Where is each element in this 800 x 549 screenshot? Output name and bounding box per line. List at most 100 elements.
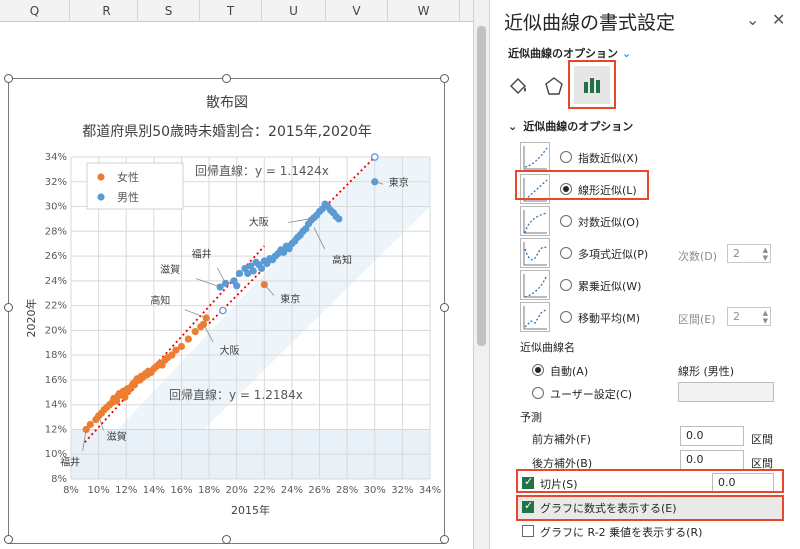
annotation-label: 高知 <box>332 254 352 267</box>
column-header-r[interactable]: R <box>76 0 138 22</box>
x-tick-label: 14% <box>143 485 165 496</box>
y-tick-label: 14% <box>45 400 67 411</box>
y-tick-label: 32% <box>45 177 67 188</box>
y-tick-label: 12% <box>45 424 67 435</box>
intercept-highlight <box>516 469 784 493</box>
resize-handle-bottom-left[interactable] <box>4 535 13 544</box>
annotation-label: 大阪 <box>220 344 240 357</box>
forward-unit: 区間 <box>751 433 773 446</box>
resize-handle-top[interactable] <box>222 74 231 83</box>
column-header-w[interactable]: W <box>388 0 460 22</box>
backward-input[interactable]: 0.0 <box>680 450 744 470</box>
x-tick-label: 8% <box>63 485 79 496</box>
hollow-data-point <box>370 153 379 161</box>
x-tick-label: 12% <box>115 485 137 496</box>
spinner-arrows-icon[interactable]: ▲ ▼ <box>763 246 768 262</box>
data-point <box>177 342 186 351</box>
trend-curve-icon <box>523 146 548 170</box>
column-header-q[interactable]: Q <box>0 0 70 22</box>
trend-option-radio[interactable] <box>560 279 572 291</box>
display-r2-checkbox[interactable] <box>522 525 534 537</box>
trendline-equation: 回帰直線：y = 1.2184x <box>169 387 303 402</box>
resize-handle-top-left[interactable] <box>4 74 13 83</box>
trend-curve-icon <box>523 210 548 234</box>
trend-option-label: 多項式近似(P) <box>578 248 649 261</box>
trend-curve-icon <box>523 242 548 266</box>
annotation-label: 大阪 <box>249 216 269 229</box>
resize-handle-bottom-right[interactable] <box>440 535 449 544</box>
column-headers: QRSTUVW <box>0 0 473 22</box>
trend-option-radio[interactable] <box>560 311 572 323</box>
legend-marker <box>97 193 105 201</box>
vertical-scrollbar[interactable] <box>473 0 489 549</box>
x-tick-label: 34% <box>419 485 441 496</box>
data-point <box>199 320 208 328</box>
data-point <box>257 264 266 273</box>
column-header-v[interactable]: V <box>326 0 388 22</box>
x-tick-label: 28% <box>336 485 358 496</box>
fill-line-tab[interactable] <box>500 70 536 102</box>
worksheet[interactable]: QRSTUVW 8% 10% 12% 14% 16% 18% 20% 22% 24% 26% 28%… <box>0 0 473 549</box>
trend-option-label: 累乗近似(W) <box>578 280 642 293</box>
chevron-down-icon[interactable]: ⌄ <box>746 10 759 29</box>
data-point <box>371 178 379 186</box>
trend-option-0[interactable]: 指数近似(X) <box>520 142 780 172</box>
y-tick-label: 22% <box>45 301 67 312</box>
trend-option-2[interactable]: 対数近似(O) <box>520 206 780 236</box>
annotation-label: 東京 <box>389 176 409 189</box>
trendline-type-icon <box>520 302 550 332</box>
annotation-label: 東京 <box>280 293 300 306</box>
scrollbar-thumb[interactable] <box>477 26 486 346</box>
trend-option-label: 移動平均(M) <box>578 312 641 325</box>
annotation-label: 滋賀 <box>160 263 180 276</box>
resize-handle-bottom[interactable] <box>222 535 231 544</box>
resize-handle-top-right[interactable] <box>440 74 449 83</box>
x-tick-label: 26% <box>308 485 330 496</box>
chevron-down-icon: ⌄ <box>622 47 632 60</box>
trendline-name-label: 近似曲線名 <box>520 341 575 354</box>
hollow-data-point <box>219 306 227 315</box>
column-header-u[interactable]: U <box>262 0 326 22</box>
legend-marker <box>97 173 105 181</box>
display-r2-label: グラフに R-2 乗値を表示する(R) <box>540 526 703 539</box>
legend-label: 男性 <box>117 190 139 204</box>
custom-name-radio[interactable] <box>532 387 544 399</box>
column-header-s[interactable]: S <box>138 0 200 22</box>
trend-option-4[interactable]: 累乗近似(W) <box>520 270 780 300</box>
y-tick-label: 24% <box>45 276 67 287</box>
forward-input[interactable]: 0.0 <box>680 426 744 446</box>
options-dropdown[interactable]: 近似曲線のオプション ⌄ <box>508 45 631 61</box>
trend-option-radio[interactable] <box>560 215 572 227</box>
resize-handle-left[interactable] <box>4 303 13 312</box>
legend-label: 女性 <box>117 170 139 184</box>
effects-tab[interactable] <box>536 70 572 102</box>
period-spinner[interactable]: 2 ▲ ▼ <box>727 307 771 326</box>
forward-label: 前方補外(F) <box>532 433 591 446</box>
x-tick-label: 18% <box>198 485 220 496</box>
data-point <box>235 269 244 278</box>
y-tick-label: 18% <box>45 350 67 361</box>
chart-subtitle: 都道府県別50歳時未婚割合：2015年,2020年 <box>82 123 372 140</box>
resize-handle-right[interactable] <box>440 303 449 312</box>
data-point <box>184 335 192 343</box>
x-tick-label: 32% <box>391 485 413 496</box>
chevron-down-icon: ⌄ <box>508 120 518 133</box>
data-point <box>233 282 241 290</box>
column-header-t[interactable]: T <box>200 0 262 22</box>
section-header[interactable]: ⌄ 近似曲線のオプション <box>508 118 633 134</box>
scatter-chart[interactable]: 8% 10% 12% 14% 16% 18% 20% 22% 24% 26% 28% 30% 32% 34… <box>9 79 446 545</box>
trend-curve-icon <box>523 274 548 298</box>
tab-highlight <box>568 60 616 109</box>
chart-title: 散布図 <box>206 95 248 111</box>
trend-option-radio[interactable] <box>560 151 572 163</box>
custom-name-input[interactable] <box>678 382 774 402</box>
linear-option-highlight <box>515 170 649 200</box>
order-spinner[interactable]: 2 ▲ ▼ <box>727 244 771 263</box>
trend-option-radio[interactable] <box>560 247 572 259</box>
auto-name-radio[interactable] <box>532 364 544 376</box>
close-icon[interactable]: ✕ <box>772 10 785 29</box>
y-tick-label: 8% <box>51 474 67 485</box>
spinner-arrows-icon[interactable]: ▲ ▼ <box>763 309 768 325</box>
chart-area[interactable]: 8% 10% 12% 14% 16% 18% 20% 22% 24% 26% 28% 30% 32% 34… <box>8 78 445 544</box>
pane-title: 近似曲線の書式設定 <box>504 12 676 34</box>
